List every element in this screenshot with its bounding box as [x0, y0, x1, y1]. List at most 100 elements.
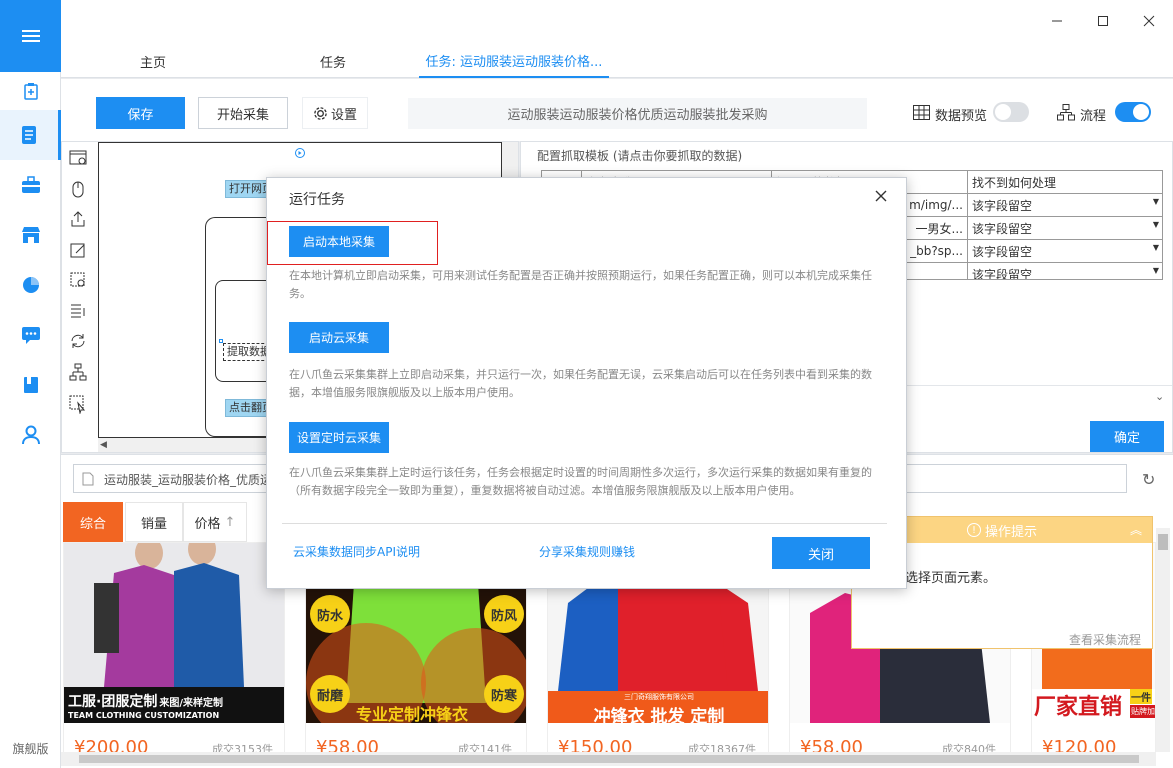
flow-toggle[interactable] — [1115, 102, 1151, 122]
scroll-thumb[interactable] — [1158, 534, 1168, 550]
flow-label: 流程 — [1080, 109, 1107, 124]
ocr-icon — [70, 272, 85, 287]
left-nav: 旗舰版 — [0, 0, 61, 768]
nav-item-toolbox[interactable] — [0, 160, 61, 210]
tab-current-task[interactable]: 任务: 运动服装运动服装价格... — [419, 45, 609, 78]
start-cloud-collect-button[interactable]: 启动云采集 — [289, 322, 389, 353]
product-banner: 三门奇翔服饰有限公司 冲锋衣 批发 定制 — [548, 691, 768, 727]
sort-tab-price[interactable]: 价格 ↑ — [183, 502, 247, 542]
banner-title: 冲锋衣 批发 定制 — [593, 707, 725, 727]
action-select[interactable]: 该字段留空 ▼ — [967, 216, 1162, 240]
sort-tab-overall[interactable]: 综合 — [63, 502, 123, 542]
tool-select[interactable] — [68, 394, 90, 416]
tool-branch[interactable] — [68, 362, 90, 384]
flowchart-icon — [1057, 104, 1075, 121]
clipboard-add-icon — [23, 83, 38, 100]
nav-item-new-task[interactable] — [0, 72, 61, 110]
banner-side: 一件 — [1130, 689, 1152, 704]
node-open-page[interactable]: 打开网页 — [225, 180, 269, 198]
tool-recognize[interactable] — [68, 270, 90, 292]
product-card[interactable]: 工服·团服定制 来图/来样定制 TEAM CLOTHING CUSTOMIZATI… — [63, 542, 285, 766]
share-rule-link[interactable]: 分享采集规则赚钱 — [539, 543, 635, 560]
nav-item-store[interactable] — [0, 210, 61, 260]
table-icon — [913, 105, 930, 120]
jacket-photo-icon — [94, 543, 244, 687]
nav-item-tutorial[interactable] — [0, 360, 61, 410]
edition-label: 旗舰版 — [12, 742, 49, 756]
menu-button[interactable] — [0, 0, 61, 72]
page-vertical-scrollbar[interactable] — [1156, 528, 1170, 752]
arrow-up-icon: ↑ — [224, 514, 236, 530]
tool-export[interactable] — [68, 209, 90, 231]
edit-icon — [70, 243, 85, 258]
tool-click[interactable] — [68, 179, 90, 201]
nav-item-account[interactable] — [0, 410, 61, 460]
tool-input[interactable] — [68, 240, 90, 262]
minimize-icon — [1052, 20, 1062, 22]
start-collect-button[interactable]: 开始采集 — [198, 97, 288, 129]
nav-item-messages[interactable] — [0, 310, 61, 360]
start-local-collect-button[interactable]: 启动本地采集 — [289, 226, 389, 257]
pie-chart-icon — [22, 277, 39, 293]
banner-sub: 来图/来样定制 — [159, 698, 223, 709]
node-click-next[interactable]: 点击翻页 — [225, 399, 269, 417]
tool-loop[interactable] — [68, 331, 90, 353]
close-icon — [875, 190, 887, 202]
browser-add-icon — [69, 150, 87, 165]
collapse-icon[interactable]: ︽ — [1130, 521, 1142, 538]
chat-icon — [21, 327, 40, 344]
api-doc-link[interactable]: 云采集数据同步API说明 — [293, 543, 420, 560]
schedule-collect-description: 在八爪鱼云采集集群上定时运行该任务，任务会根据定时设置的时间周期性多次运行，多次… — [289, 466, 872, 497]
hscroll-thumb[interactable] — [79, 755, 1139, 763]
data-preview-toggle[interactable] — [993, 102, 1029, 122]
banner-title: 工服·团服定制 — [68, 694, 158, 710]
action-value: 该字段留空 — [972, 221, 1033, 236]
view-flow-link[interactable]: 查看采集流程 — [1069, 631, 1141, 648]
dialog-divider — [282, 523, 887, 524]
task-name-field[interactable]: 运动服装运动服装价格优质运动服装批发采购 — [408, 98, 867, 129]
dialog-close-button[interactable] — [875, 190, 887, 205]
settings-button[interactable]: 设置 — [302, 97, 368, 129]
dialog-close-action-button[interactable]: 关闭 — [772, 537, 870, 569]
nav-item-tasks[interactable] — [0, 110, 61, 160]
banner-side2: 贴牌加 — [1130, 705, 1155, 718]
action-select[interactable]: 该字段留空 ▼ — [967, 193, 1162, 217]
action-select[interactable]: 该字段留空 ▼ — [967, 239, 1162, 263]
banner-title: 专业定制冲锋衣 — [356, 705, 469, 724]
data-preview-label: 数据预览 — [935, 109, 988, 124]
page-horizontal-scrollbar[interactable] — [61, 752, 1156, 766]
minimize-button[interactable] — [1040, 8, 1074, 34]
dropdown-arrow-icon: ▼ — [1152, 242, 1159, 252]
tool-condition[interactable] — [68, 300, 90, 322]
local-collect-description: 在本地计算机立即启动采集，可用来测试任务配置是否正确并按照预期运行，如果任务配置… — [289, 269, 872, 300]
hamburger-icon — [21, 30, 40, 42]
sort-tab-sales[interactable]: 销量 — [125, 502, 183, 542]
pointer-icon — [69, 395, 86, 415]
product-banner: 厂家直销 一件 贴牌加 — [1032, 689, 1155, 723]
tab-tasks[interactable]: 任务 — [291, 45, 375, 78]
save-button[interactable]: 保存 — [96, 97, 185, 129]
mouse-icon — [72, 181, 84, 198]
product-image — [64, 543, 284, 687]
store-icon — [21, 227, 40, 243]
badge-waterproof: 防水 — [310, 595, 350, 633]
banner-top: 三门奇翔服饰有限公司 — [624, 693, 694, 701]
confirm-button[interactable]: 确定 — [1090, 421, 1164, 452]
action-select[interactable]: 该字段留空 ▼ — [967, 262, 1162, 279]
maximize-button[interactable] — [1086, 8, 1120, 34]
badge-wear-resistant: 耐磨 — [310, 675, 350, 713]
book-icon — [23, 377, 38, 393]
tool-open-page[interactable] — [68, 148, 90, 170]
flow-start-icon — [295, 148, 305, 158]
tab-home[interactable]: 主页 — [111, 45, 195, 78]
nav-item-stats[interactable] — [0, 260, 61, 310]
dropdown-arrow-icon: ▼ — [1152, 265, 1159, 275]
maximize-icon — [1098, 16, 1108, 26]
node-extract[interactable]: 提取数据 — [223, 343, 269, 361]
tip-text: 选择页面元素。 — [905, 571, 997, 586]
reload-icon[interactable]: ↻ — [1142, 470, 1155, 489]
schedule-cloud-collect-button[interactable]: 设置定时云采集 — [289, 422, 389, 453]
close-window-button[interactable] — [1132, 8, 1166, 34]
upload-icon — [71, 211, 85, 227]
chevron-down-icon: ⌄ — [1155, 390, 1165, 403]
